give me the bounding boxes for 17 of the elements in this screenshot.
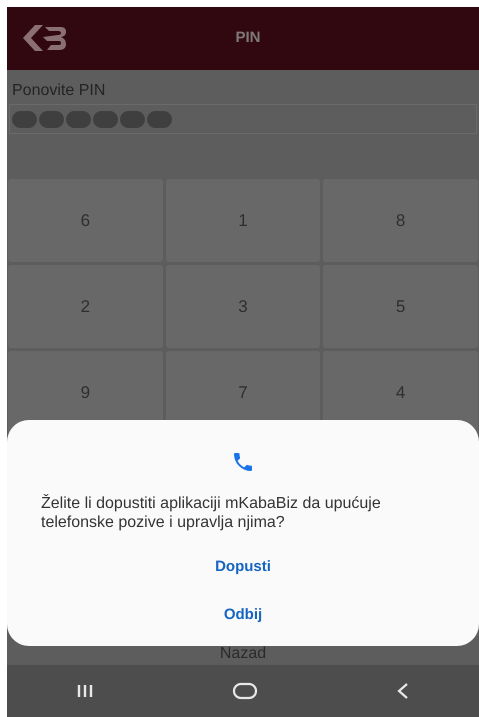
keypad-key[interactable]: 2 xyxy=(8,265,163,348)
keypad-key[interactable]: 3 xyxy=(166,265,320,348)
keypad-key[interactable]: 6 xyxy=(8,179,163,262)
logo-icon xyxy=(21,23,67,53)
back-icon[interactable] xyxy=(396,682,410,700)
keypad-key[interactable]: 8 xyxy=(323,179,478,262)
dialog-button[interactable]: Odbij xyxy=(212,600,274,630)
dialog-message: Želite li dopustiti aplikaciji mKabaBiz da upućuje telefonske pozive i upravlja njima? xyxy=(40,494,382,532)
screen-title: PIN xyxy=(234,28,260,48)
pin-label: Ponovite PIN xyxy=(12,81,106,101)
pin-field[interactable] xyxy=(9,104,477,134)
recent-apps-icon[interactable] xyxy=(76,683,94,699)
dialog-button[interactable]: Dopusti xyxy=(203,552,283,582)
phone-icon xyxy=(231,450,255,474)
keypad-key[interactable]: 1 xyxy=(166,179,320,262)
home-icon[interactable] xyxy=(232,682,258,700)
keypad-key[interactable]: 5 xyxy=(323,265,478,348)
